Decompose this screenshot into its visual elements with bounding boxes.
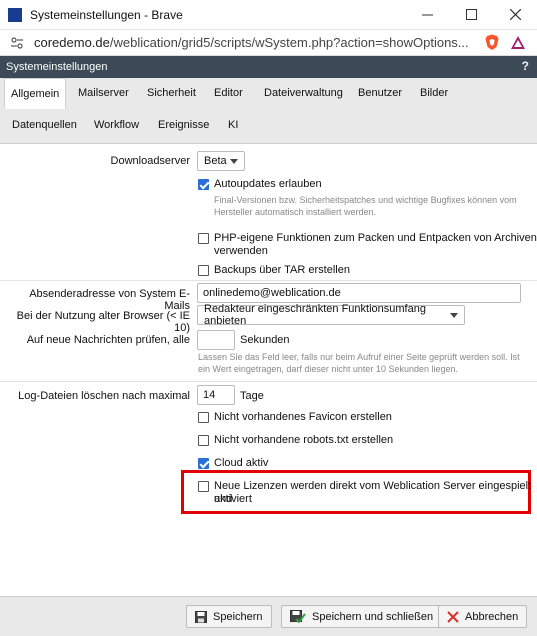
minimize-icon [421, 14, 433, 16]
window-title: Systemeinstellungen - Brave [30, 7, 183, 22]
autoupdates-hint-line1: Final-Versionen bzw. Sicherheitspatches … [214, 195, 517, 205]
tab-dateiverwaltung[interactable]: Dateiverwaltung [258, 78, 349, 108]
tab-bilder[interactable]: Bilder [414, 78, 454, 108]
downloadserver-label: Downloadserver [110, 155, 190, 167]
sender-address-label: Absenderadresse von System E-Mails [29, 288, 190, 312]
cloud-active-label: Cloud aktiv [214, 457, 269, 469]
autoupdates-label: Autoupdates erlauben [214, 178, 322, 190]
old-browser-label: Bei der Nutzung alter Browser (< IE 10) [16, 310, 190, 334]
maximize-icon [465, 9, 477, 20]
old-browser-value: Redakteur eingeschränkten Funktionsumfan… [204, 303, 426, 327]
favicon-label: Nicht vorhandenes Favicon erstellen [214, 411, 392, 423]
url-path: /weblication/grid5/scripts/wSystem.php?a… [109, 35, 469, 50]
cancel-label: Abbrechen [465, 610, 519, 623]
tab-mailserver[interactable]: Mailserver [72, 78, 135, 108]
messages-hint-line1: Lassen Sie das Feld leer, falls nur beim… [198, 352, 520, 362]
downloadserver-value: Beta [204, 155, 227, 167]
php-functions-label-line2: verwenden [214, 245, 268, 257]
brave-rewards-icon[interactable] [505, 35, 531, 50]
old-browser-select[interactable]: Redakteur eingeschränkten Funktionsumfan… [197, 303, 465, 327]
help-button[interactable]: ? [522, 59, 529, 73]
messages-interval-input[interactable] [197, 330, 235, 350]
tab-editor[interactable]: Editor [208, 78, 249, 108]
app-icon [8, 7, 22, 22]
save-icon [195, 610, 207, 623]
url-host: coredemo.de [34, 35, 110, 50]
settings-tabs: Allgemein Mailserver Sicherheit Editor D… [0, 78, 537, 144]
log-retention-input[interactable]: 14 [197, 385, 235, 405]
autoupdates-hint-line2: Hersteller automatisch installiert werde… [214, 207, 377, 217]
tab-ki[interactable]: KI [222, 110, 244, 140]
separator [0, 381, 537, 382]
licenses-auto-checkbox[interactable] [198, 481, 209, 492]
brave-shield-icon[interactable] [479, 34, 505, 51]
save-close-icon [290, 610, 306, 623]
cloud-active-checkbox[interactable] [198, 458, 209, 469]
backups-tar-label: Backups über TAR erstellen [214, 264, 350, 276]
autoupdates-checkbox[interactable] [198, 179, 209, 190]
tab-sicherheit[interactable]: Sicherheit [141, 78, 202, 108]
php-functions-checkbox[interactable] [198, 233, 209, 244]
tab-benutzer[interactable]: Benutzer [352, 78, 408, 108]
log-retention-value: 14 [203, 389, 216, 401]
address-bar[interactable]: coredemo.de/weblication/grid5/scripts/wS… [0, 30, 537, 56]
log-retention-unit: Tage [240, 390, 264, 402]
site-settings-icon[interactable] [10, 36, 24, 50]
cancel-icon [447, 610, 459, 623]
dialog-title: Systemeinstellungen [6, 61, 108, 73]
tab-ereignisse[interactable]: Ereignisse [152, 110, 215, 140]
dialog-header: Systemeinstellungen ? [0, 56, 537, 78]
separator [0, 280, 537, 281]
chevron-down-icon [450, 313, 458, 318]
close-icon [509, 9, 521, 20]
sender-address-value: onlinedemo@weblication.de [203, 287, 341, 299]
log-retention-label: Log-Dateien löschen nach maximal [18, 390, 190, 402]
save-and-close-label: Speichern und schließen [312, 610, 434, 623]
robots-label: Nicht vorhandene robots.txt erstellen [214, 434, 394, 446]
messages-hint-line2: ein Wert eingetragen, darf dieser nicht … [198, 364, 459, 374]
save-label: Speichern [213, 610, 263, 623]
save-button[interactable]: Speichern [186, 605, 272, 628]
backups-tar-checkbox[interactable] [198, 265, 209, 276]
licenses-auto-label-line2: aktiviert [214, 493, 252, 505]
robots-checkbox[interactable] [198, 435, 209, 446]
downloadserver-select[interactable]: Beta [197, 151, 245, 171]
maximize-button[interactable] [449, 0, 493, 30]
messages-interval-label: Auf neue Nachrichten prüfen, alle [26, 334, 190, 346]
close-window-button[interactable] [493, 0, 537, 30]
settings-content: Downloadserver Beta Autoupdates erlauben… [0, 144, 537, 596]
tab-allgemein[interactable]: Allgemein [4, 78, 67, 109]
chevron-down-icon [230, 159, 238, 164]
tab-workflow[interactable]: Workflow [88, 110, 145, 140]
licenses-auto-label-line1: Neue Lizenzen werden direkt vom Weblicat… [214, 480, 532, 505]
messages-interval-unit: Sekunden [240, 334, 290, 346]
sender-address-input[interactable]: onlinedemo@weblication.de [197, 283, 521, 303]
favicon-checkbox[interactable] [198, 412, 209, 423]
save-and-close-button[interactable]: Speichern und schließen [281, 605, 443, 628]
tab-datenquellen[interactable]: Datenquellen [6, 110, 83, 140]
php-functions-label-line1: PHP-eigene Funktionen zum Packen und Ent… [214, 232, 537, 244]
minimize-button[interactable] [405, 0, 449, 30]
window-titlebar: Systemeinstellungen - Brave [0, 0, 537, 30]
cancel-button[interactable]: Abbrechen [438, 605, 528, 628]
url-text[interactable]: coredemo.de/weblication/grid5/scripts/wS… [34, 35, 479, 50]
dialog-footer: Speichern Speichern und schließen Abbrec… [0, 596, 537, 636]
